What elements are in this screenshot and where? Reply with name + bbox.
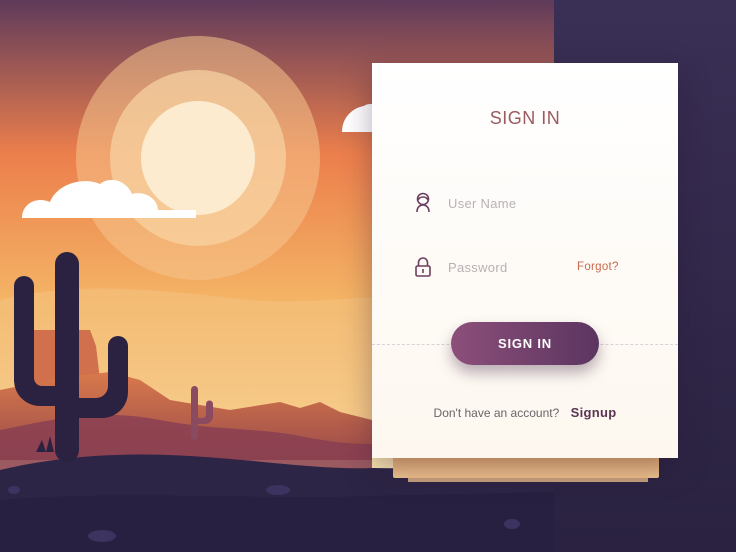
stone-3: [88, 530, 116, 542]
signin-button[interactable]: SIGN IN: [451, 322, 599, 365]
ground-front: [0, 492, 554, 552]
forgot-password-link[interactable]: Forgot?: [577, 261, 619, 273]
user-icon: [412, 191, 434, 215]
signin-card: SIGN IN User Name Password Forgot? SIGN …: [372, 63, 678, 458]
stone-4: [504, 519, 520, 529]
sun: [141, 101, 255, 215]
card-stack-back-2: [408, 470, 648, 482]
signup-question: Don't have an account?: [433, 406, 560, 420]
username-placeholder: User Name: [448, 195, 517, 211]
stone-1: [8, 486, 20, 494]
password-field[interactable]: Password: [412, 253, 507, 281]
lock-icon: [412, 255, 434, 279]
signup-link[interactable]: Signup: [571, 405, 617, 420]
stone-2: [266, 485, 290, 495]
username-field[interactable]: User Name: [412, 189, 516, 217]
signup-prompt: Don't have an account? Signup: [372, 405, 678, 420]
password-placeholder: Password: [448, 259, 508, 275]
signin-title: SIGN IN: [489, 108, 561, 128]
